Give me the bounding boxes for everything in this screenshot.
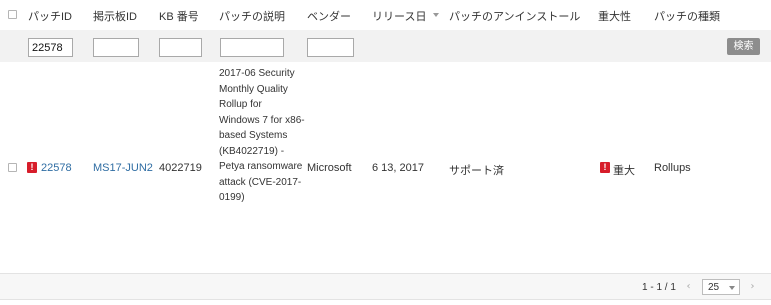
patch-type: Rollups xyxy=(654,162,691,174)
severity-critical-icon: ! xyxy=(600,162,610,173)
column-header-description[interactable]: パッチの説明 xyxy=(219,8,285,24)
row-checkbox[interactable] xyxy=(8,163,17,172)
column-header-patch-type[interactable]: パッチの種類 xyxy=(654,8,720,24)
column-header-severity[interactable]: 重大性 xyxy=(598,8,631,24)
page-size-value: 25 xyxy=(708,282,720,293)
kb-number-filter-input[interactable] xyxy=(159,38,202,57)
kb-number: 4022719 xyxy=(159,162,202,174)
chevron-left-icon[interactable]: ‹ xyxy=(682,280,695,294)
pagination-range: 1 - 1 / 1 xyxy=(642,282,676,293)
select-all-checkbox[interactable] xyxy=(8,10,17,19)
chevron-right-icon[interactable]: › xyxy=(746,280,759,294)
bulletin-id-link[interactable]: MS17-JUN2 xyxy=(93,162,153,174)
column-header-release-date[interactable]: リリース日 xyxy=(372,8,426,24)
page-size-select[interactable]: 25 xyxy=(702,279,740,295)
column-header-uninstall[interactable]: パッチのアンインストール xyxy=(449,8,580,24)
vendor-filter-input[interactable] xyxy=(307,38,354,57)
patch-description: 2017-06 Security Monthly Quality Rollup … xyxy=(219,68,305,203)
column-header-bulletin-id[interactable]: 掲示板ID xyxy=(93,8,137,24)
description-filter-input[interactable] xyxy=(220,38,284,57)
chevron-down-icon xyxy=(729,286,735,290)
search-button[interactable]: 検索 xyxy=(727,38,760,55)
severity-label: 重大 xyxy=(613,165,635,177)
table-header: パッチID 掲示板ID KB 番号 パッチの説明 ベンダー リリース日 パッチの… xyxy=(0,0,771,30)
table-row: ! 22578 MS17-JUN2 4022719 2017-06 Securi… xyxy=(0,62,771,273)
column-header-kb-number[interactable]: KB 番号 xyxy=(159,8,199,24)
column-header-vendor[interactable]: ベンダー xyxy=(307,8,351,24)
patch-id-link[interactable]: 22578 xyxy=(41,162,72,174)
bulletin-id-filter-input[interactable] xyxy=(93,38,139,57)
patch-grid: パッチID 掲示板ID KB 番号 パッチの説明 ベンダー リリース日 パッチの… xyxy=(0,0,771,305)
uninstall-status: サポート済 xyxy=(449,165,504,177)
patch-id-filter-input[interactable] xyxy=(28,38,73,57)
sort-desc-icon[interactable] xyxy=(433,13,439,17)
filter-row: 検索 xyxy=(0,30,771,62)
pagination-bar: 1 - 1 / 1 ‹ 25 › xyxy=(0,273,771,300)
column-header-patch-id[interactable]: パッチID xyxy=(28,8,72,24)
vendor-name: Microsoft xyxy=(307,162,352,174)
critical-alert-icon: ! xyxy=(27,162,37,173)
release-date: 6 13, 2017 xyxy=(372,162,424,174)
